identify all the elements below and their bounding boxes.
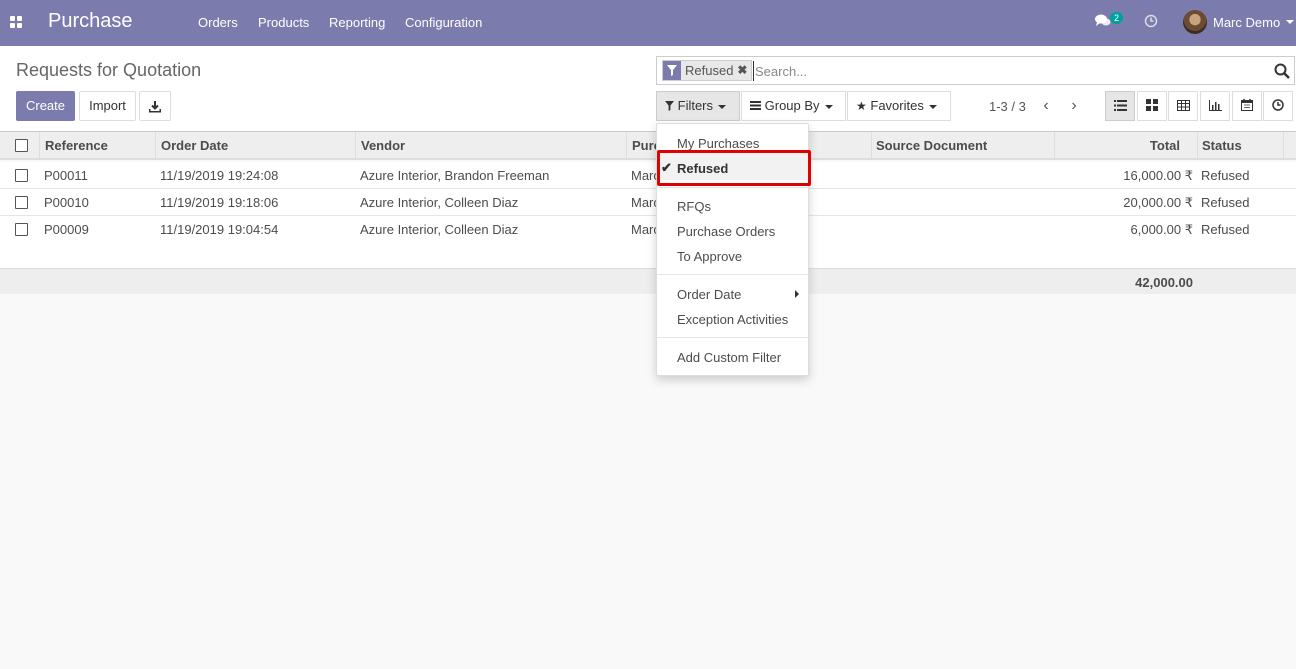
search-icon[interactable] xyxy=(1274,63,1290,79)
empty-row xyxy=(0,242,1296,268)
table-header: Reference Order Date Vendor Purc Source … xyxy=(0,132,1296,160)
filter-icon xyxy=(663,61,681,80)
cell-reference: P00009 xyxy=(44,222,89,237)
message-count-badge: 2 xyxy=(1110,12,1124,24)
chevron-right-icon xyxy=(795,290,799,298)
pager-next-icon[interactable]: › xyxy=(1066,97,1082,115)
favorites-button[interactable]: ★ Favorites xyxy=(847,91,951,121)
list-view-icon xyxy=(1113,99,1127,114)
sum-total: 42,000.00 xyxy=(1135,275,1193,290)
search-facet-refused: Refused ✖ xyxy=(662,60,753,81)
column-reference[interactable]: Reference xyxy=(45,138,108,153)
pivot-view-icon xyxy=(1176,99,1190,114)
filter-icon xyxy=(665,98,674,113)
chevron-down-icon xyxy=(718,104,727,109)
group-by-label: Group By xyxy=(764,98,820,113)
filters-label: Filters xyxy=(677,98,714,113)
user-menu-chevron-icon[interactable] xyxy=(1286,20,1294,24)
filter-order-date[interactable]: Order Date xyxy=(677,287,741,302)
import-button[interactable]: Import xyxy=(79,91,136,121)
cell-vendor: Azure Interior, Colleen Diaz xyxy=(360,222,519,237)
row-checkbox[interactable] xyxy=(15,223,28,236)
filters-button[interactable]: Filters xyxy=(656,91,740,121)
download-button[interactable] xyxy=(139,91,171,121)
facet-remove-icon[interactable]: ✖ xyxy=(737,61,751,80)
group-by-button[interactable]: Group By xyxy=(741,91,846,121)
app-name[interactable]: Purchase xyxy=(48,10,133,33)
cell-status: Refused xyxy=(1201,222,1250,237)
create-button[interactable]: Create xyxy=(16,91,75,121)
cell-order-date: 11/19/2019 19:24:08 xyxy=(160,168,279,183)
filter-my-purchases[interactable]: My Purchases xyxy=(677,136,759,151)
table-row[interactable]: P00011 11/19/2019 19:24:08 Azure Interio… xyxy=(0,162,1296,189)
search-bar[interactable]: Refused ✖ xyxy=(656,56,1295,85)
table-footer: 42,000.00 xyxy=(0,268,1296,294)
column-source-document[interactable]: Source Document xyxy=(876,138,987,153)
cell-order-date: 11/19/2019 19:18:06 xyxy=(160,195,279,210)
user-avatar[interactable] xyxy=(1183,10,1207,34)
messages-icon[interactable] xyxy=(1095,14,1111,31)
cell-order-date: 11/19/2019 19:04:54 xyxy=(160,222,279,237)
cell-vendor: Azure Interior, Brandon Freeman xyxy=(360,168,550,183)
list-view-button[interactable] xyxy=(1105,91,1135,121)
row-checkbox[interactable] xyxy=(15,169,28,182)
menu-orders[interactable]: Orders xyxy=(198,15,238,30)
user-name[interactable]: Marc Demo xyxy=(1213,15,1280,30)
top-navbar: Purchase Orders Products Reporting Confi… xyxy=(0,0,1296,46)
highlight-box xyxy=(657,150,811,186)
download-icon xyxy=(149,98,161,113)
kanban-view-icon xyxy=(1146,98,1158,114)
cell-reference: P00011 xyxy=(44,168,88,183)
cell-vendor: Azure Interior, Colleen Diaz xyxy=(360,195,519,210)
table-row[interactable]: P00010 11/19/2019 19:18:06 Azure Interio… xyxy=(0,189,1296,216)
facet-label: Refused xyxy=(685,63,734,78)
table-row[interactable]: P00009 11/19/2019 19:04:54 Azure Interio… xyxy=(0,216,1296,243)
control-panel: Requests for Quotation Create Import Ref… xyxy=(0,46,1296,132)
apps-menu-icon[interactable] xyxy=(10,16,23,29)
activity-clock-icon[interactable] xyxy=(1144,14,1158,31)
graph-view-button[interactable] xyxy=(1200,91,1230,121)
cell-total: 16,000.00 ₹ xyxy=(1123,168,1193,183)
chevron-down-icon xyxy=(824,104,833,109)
favorites-label: Favorites xyxy=(870,98,924,113)
bars-icon xyxy=(750,98,761,113)
cell-reference: P00010 xyxy=(44,195,89,210)
cell-total: 6,000.00 ₹ xyxy=(1130,222,1194,237)
row-checkbox[interactable] xyxy=(15,196,28,209)
filter-purchase-orders[interactable]: Purchase Orders xyxy=(677,224,775,239)
graph-view-icon xyxy=(1208,99,1222,114)
star-icon: ★ xyxy=(856,99,867,113)
page-title: Requests for Quotation xyxy=(16,60,202,80)
calendar-view-button[interactable] xyxy=(1232,91,1262,121)
kanban-view-button[interactable] xyxy=(1137,91,1167,121)
cell-status: Refused xyxy=(1201,168,1250,183)
activity-view-button[interactable] xyxy=(1263,91,1293,121)
filter-exception-activities[interactable]: Exception Activities xyxy=(677,312,788,327)
menu-reporting[interactable]: Reporting xyxy=(329,15,385,30)
select-all-checkbox[interactable] xyxy=(15,139,28,152)
calendar-view-icon xyxy=(1241,98,1253,114)
pager-value[interactable]: 1-3 / 3 xyxy=(989,99,1026,114)
add-custom-filter[interactable]: Add Custom Filter xyxy=(677,350,781,365)
activity-view-icon xyxy=(1272,98,1284,114)
menu-products[interactable]: Products xyxy=(258,15,309,30)
cell-status: Refused xyxy=(1201,195,1250,210)
pager-previous-icon[interactable]: ‹ xyxy=(1038,97,1054,115)
menu-configuration[interactable]: Configuration xyxy=(405,15,482,30)
column-total[interactable]: Total xyxy=(1100,138,1180,153)
column-status[interactable]: Status xyxy=(1202,138,1242,153)
pivot-view-button[interactable] xyxy=(1168,91,1198,121)
filter-rfqs[interactable]: RFQs xyxy=(677,199,711,214)
column-vendor[interactable]: Vendor xyxy=(361,138,405,153)
search-input[interactable] xyxy=(753,61,1253,81)
chevron-down-icon xyxy=(928,104,937,109)
filter-to-approve[interactable]: To Approve xyxy=(677,249,742,264)
column-order-date[interactable]: Order Date xyxy=(161,138,228,153)
cell-total: 20,000.00 ₹ xyxy=(1123,195,1193,210)
